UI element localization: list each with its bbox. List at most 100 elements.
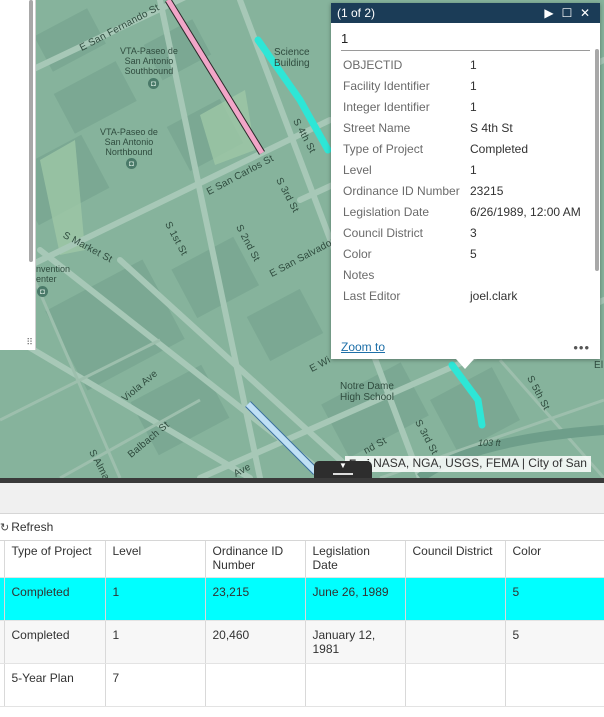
popup-attribute-row: Council District 3 — [343, 226, 590, 240]
map-view[interactable]: E San Fernando St S 4th St E San Carlos … — [0, 0, 604, 478]
attribute-value: 3 — [470, 226, 477, 240]
attribute-value: 1 — [470, 58, 477, 72]
map-attribution: Esri NASA, NGA, USGS, FEMA | City of San — [345, 456, 591, 472]
attribute-key: Street Name — [343, 121, 411, 135]
table-cell[interactable] — [405, 663, 506, 707]
attribute-value: 1 — [470, 79, 477, 93]
table-cell[interactable]: January 12, 1981 — [305, 620, 406, 664]
popup-counter: (1 of 2) — [337, 6, 376, 20]
street-label: El — [594, 360, 604, 371]
table-cell[interactable]: 20,460 — [205, 620, 306, 664]
refresh-label: Refresh — [11, 520, 54, 534]
more-actions-icon[interactable]: ••• — [573, 340, 590, 355]
caret-down-icon: ▼ — [339, 461, 347, 470]
feature-popup: (1 of 2) ▶ ☐ ✕ 1 OBJECTID 1 Facility Ident… — [331, 3, 600, 369]
attribute-value: 23215 — [470, 184, 504, 198]
panel-scrollbar[interactable] — [29, 0, 33, 262]
attribute-table: Type of Project Level Ordinance ID Number L… — [0, 541, 604, 717]
attribute-key: Integer Identifier — [343, 100, 430, 114]
poi-notre-dame: Notre Dame High School — [340, 381, 394, 403]
column-header[interactable]: Legislation Date — [305, 541, 406, 578]
table-cell[interactable]: June 26, 1989 — [305, 577, 406, 621]
side-panel: ⠿ — [0, 0, 36, 350]
attribute-key: Level — [343, 163, 372, 177]
popup-attribute-row: Notes — [343, 268, 590, 282]
popup-title: 1 — [341, 31, 590, 51]
attribute-value: 5 — [470, 247, 477, 261]
attribute-value: S 4th St — [470, 121, 513, 135]
poi-science-building: Science Building — [274, 47, 310, 69]
transit-icon[interactable]: ◘ — [148, 78, 159, 89]
popup-attribute-row: Street Name S 4th St — [343, 121, 590, 135]
attribute-value: 6/26/1989, 12:00 AM — [470, 205, 581, 219]
handle-bar — [333, 473, 353, 475]
popup-attribute-row: Level 1 — [343, 163, 590, 177]
transit-icon[interactable]: ◘ — [37, 286, 48, 297]
attribute-key: Type of Project — [343, 142, 424, 156]
refresh-icon: ↻ — [0, 521, 10, 534]
table-cell[interactable]: 5 — [505, 577, 604, 621]
poi-vta-southbound: VTA-Paseo de San Antonio Southbound — [120, 46, 178, 76]
table-cell[interactable]: 5-Year Plan — [4, 663, 106, 707]
popup-attribute-row: Facility Identifier 1 — [343, 79, 590, 93]
attribute-key: Last Editor — [343, 289, 401, 303]
popup-scrollbar[interactable] — [595, 49, 599, 271]
popup-attribute-row: Last Editor joel.clark — [343, 289, 590, 303]
next-feature-icon[interactable]: ▶ — [540, 6, 558, 20]
resize-grip-icon[interactable]: ⠿ — [26, 337, 33, 348]
table-toolbar: ↻ Refresh — [0, 514, 604, 541]
elevation-label: 103 ft — [478, 438, 501, 448]
table-cell[interactable]: 1 — [105, 577, 206, 621]
table-cell[interactable]: 23,215 — [205, 577, 306, 621]
transit-icon[interactable]: ◘ — [126, 158, 137, 169]
table-toggle-button[interactable]: ▼ — [314, 461, 372, 478]
attribute-value: 1 — [470, 163, 477, 177]
maximize-icon[interactable]: ☐ — [558, 6, 576, 20]
table-row[interactable]: Completed 1 23,215 June 26, 1989 5 — [0, 577, 604, 621]
attribute-value — [470, 268, 590, 282]
column-header[interactable]: Color — [505, 541, 604, 578]
column-header[interactable]: Ordinance ID Number — [205, 541, 306, 578]
attribute-value: Completed — [470, 142, 529, 156]
table-cell[interactable] — [505, 663, 604, 707]
column-header[interactable]: Council District — [405, 541, 506, 578]
poi-vta-northbound: VTA-Paseo de San Antonio Northbound — [100, 127, 158, 157]
table-cell[interactable] — [405, 620, 506, 664]
attribute-key: Ordinance ID Number — [343, 184, 460, 198]
attribute-value: joel.clark — [470, 289, 518, 303]
table-cell[interactable]: 7 — [105, 663, 206, 707]
zoom-to-link[interactable]: Zoom to — [341, 340, 385, 354]
popup-attribute-row: Color 5 — [343, 247, 590, 261]
poi-convention-center: nvention enter — [36, 264, 71, 284]
popup-attribute-row: Legislation Date 6/26/1989, 12:00 AM — [343, 205, 590, 219]
popup-attribute-row: Type of Project Completed — [343, 142, 590, 156]
refresh-button[interactable]: ↻ Refresh — [0, 520, 53, 534]
close-icon[interactable]: ✕ — [576, 6, 594, 20]
popup-attribute-row: Integer Identifier 1 — [343, 100, 590, 114]
table-cell[interactable]: Completed — [4, 620, 106, 664]
popup-attribute-row: Ordinance ID Number 23215 — [343, 184, 590, 198]
attribute-key: Notes — [343, 268, 375, 282]
column-header[interactable]: Level — [105, 541, 206, 578]
attribute-value: 1 — [470, 100, 477, 114]
table-row[interactable]: Completed 1 20,460 January 12, 1981 5 — [0, 620, 604, 664]
attribute-key: Facility Identifier — [343, 79, 430, 93]
table-cell[interactable]: Completed — [4, 577, 106, 621]
popup-footer: Zoom to ••• — [341, 339, 590, 355]
column-header[interactable]: Type of Project — [4, 541, 106, 578]
popup-attribute-row: OBJECTID 1 — [343, 58, 590, 72]
table-tabs — [0, 483, 604, 514]
attribute-key: Council District — [343, 226, 424, 240]
attribution-text: NASA, NGA, USGS, FEMA | City of San — [373, 456, 587, 470]
popup-header: (1 of 2) ▶ ☐ ✕ — [331, 3, 600, 23]
table-cell[interactable] — [205, 663, 306, 707]
popup-pointer — [456, 359, 474, 369]
table-cell[interactable]: 5 — [505, 620, 604, 664]
table-cell[interactable] — [305, 663, 406, 707]
attribute-key: OBJECTID — [343, 58, 403, 72]
table-row[interactable]: 5-Year Plan 7 — [0, 663, 604, 707]
table-cell[interactable]: 1 — [105, 620, 206, 664]
table-cell[interactable] — [405, 577, 506, 621]
attribute-key: Color — [343, 247, 372, 261]
attribute-key: Legislation Date — [343, 205, 430, 219]
